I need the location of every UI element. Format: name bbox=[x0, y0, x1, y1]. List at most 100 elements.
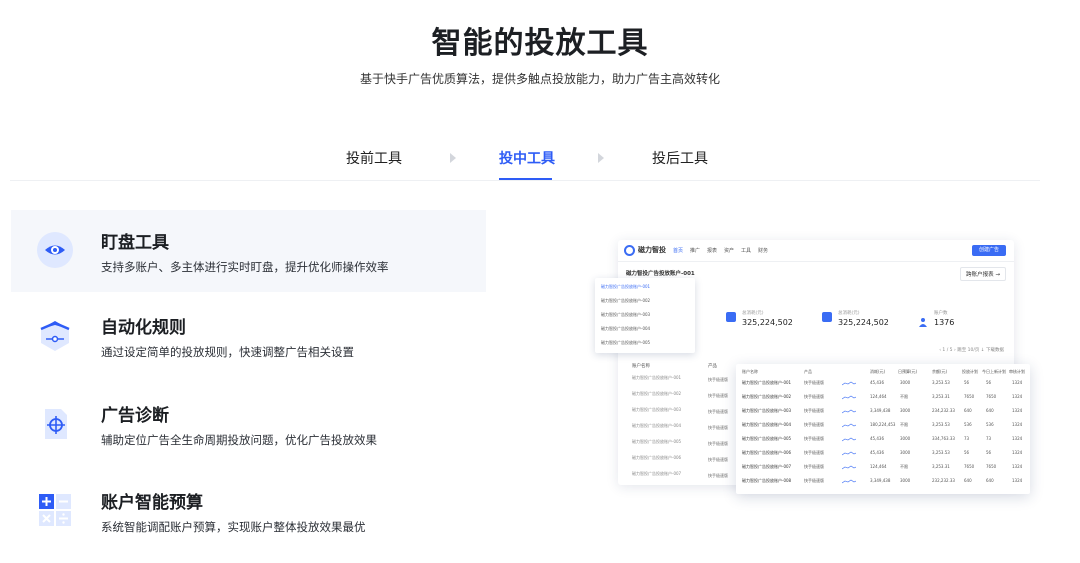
floating-account-table: 账户名称 产品 消耗(元) 日预算(元) 余额(元) 投放计划 今日上新计划 审… bbox=[736, 364, 1030, 494]
feature-title: 账户智能预算 bbox=[101, 493, 203, 513]
table-cell: 7650 bbox=[986, 394, 997, 399]
table-cell: 45,436 bbox=[870, 380, 884, 385]
dropdown-item: 磁力智投广告投放账户-005 bbox=[601, 340, 651, 345]
table-cell: 不限 bbox=[900, 394, 908, 399]
table-cell: 3,253.53 bbox=[932, 380, 950, 385]
table-cell: 1324 bbox=[1012, 464, 1023, 469]
feature-title: 盯盘工具 bbox=[101, 233, 169, 253]
table-cell: 快手极速版 bbox=[708, 473, 728, 478]
table-cell: 180,224,453 bbox=[870, 422, 896, 427]
table-cell: 56 bbox=[964, 450, 970, 455]
table-cell: 73 bbox=[986, 436, 992, 441]
table-cell: 640 bbox=[986, 478, 994, 483]
table-cell: 3000 bbox=[900, 478, 911, 483]
table-cell: 磁力智投广告投放账户-001 bbox=[742, 380, 792, 385]
crosshair-icon bbox=[45, 409, 67, 439]
tab-arrow-icon bbox=[450, 153, 456, 163]
table-cell: 56 bbox=[986, 380, 992, 385]
menu-item: 报表 bbox=[707, 248, 718, 254]
table-cell: 快手极速版 bbox=[804, 394, 824, 399]
table-cell: 磁力智投广告投放账户-003 bbox=[742, 408, 792, 413]
stat-label: 账户数 bbox=[934, 311, 948, 316]
feature-ad-diagnosis[interactable]: 广告诊断 辅助定位广告全生命周期投放问题，优化广告投放效果 bbox=[11, 383, 486, 465]
table-cell: 磁力智投广告投放账户-004 bbox=[632, 423, 682, 428]
feature-desc: 辅助定位广告全生命周期投放问题，优化广告投放效果 bbox=[101, 433, 377, 447]
table-cell: 536 bbox=[964, 422, 972, 427]
table-cell: 3,253.31 bbox=[932, 394, 950, 399]
table-cell: 7650 bbox=[964, 464, 975, 469]
table-cell: 3,253.53 bbox=[932, 450, 950, 455]
menu-item: 推广 bbox=[690, 248, 701, 254]
table-cell: 快手极速版 bbox=[708, 441, 728, 446]
table-header: 产品 bbox=[708, 364, 717, 369]
table-cell: 45,436 bbox=[870, 450, 884, 455]
table-cell: 快手极速版 bbox=[804, 380, 824, 385]
table-cell: 磁力智投广告投放账户-008 bbox=[742, 478, 792, 483]
sparkline-icon bbox=[842, 381, 856, 386]
table-header: 产品 bbox=[804, 369, 812, 374]
tool-tabs: 投前工具 投中工具 投后工具 bbox=[0, 140, 1080, 181]
table-cell: 124,464 bbox=[870, 464, 887, 469]
account-table: 账户名称 产品 磁力智投广告投放账户-001 快手极速版 磁力智投广告投放账户-… bbox=[626, 360, 738, 484]
table-cell: 7650 bbox=[986, 464, 997, 469]
table-cell: 3,253.31 bbox=[932, 464, 950, 469]
table-cell: 3,349,438 bbox=[870, 408, 891, 413]
tab-in-flight-tools[interactable]: 投中工具 bbox=[499, 148, 555, 168]
sparkline-icon bbox=[842, 395, 856, 400]
hero-title: 智能的投放工具 bbox=[431, 26, 649, 61]
table-cell: 磁力智投广告投放账户-001 bbox=[632, 375, 682, 380]
sparkline-icon bbox=[842, 423, 856, 428]
table-cell: 124,464 bbox=[870, 394, 887, 399]
tab-pre-launch-tools[interactable]: 投前工具 bbox=[346, 148, 402, 168]
feature-monitor-tool[interactable]: 盯盘工具 支持多账户、多主体进行实时盯盘，提升优化师操作效率 bbox=[11, 210, 486, 292]
feature-desc: 支持多账户、多主体进行实时盯盘，提升优化师操作效率 bbox=[101, 260, 389, 274]
menu-item: 资产 bbox=[724, 248, 735, 254]
table-header: 今日上新计划 bbox=[982, 369, 1006, 374]
table-cell: 快手极速版 bbox=[804, 436, 824, 441]
table-cell: 快手极速版 bbox=[804, 450, 824, 455]
sparkline-icon bbox=[842, 479, 856, 484]
table-cell: 640 bbox=[964, 408, 972, 413]
stat-value: 325,224,502 bbox=[838, 318, 889, 327]
feature-automation-rules[interactable]: 自动化规则 通过设定简单的投放规则，快速调整广告相关设置 bbox=[11, 295, 486, 377]
brand-logo-icon bbox=[624, 245, 635, 256]
dropdown-item: 磁力智投广告投放账户-002 bbox=[601, 298, 651, 303]
table-header: 消耗(元) bbox=[870, 369, 886, 374]
tab-post-launch-tools[interactable]: 投后工具 bbox=[652, 148, 708, 168]
feature-smart-budget[interactable]: 账户智能预算 系统智能调配账户预算，实现账户整体投放效果最优 bbox=[11, 470, 486, 552]
table-cell: 3,349,438 bbox=[870, 478, 891, 483]
table-cell: 56 bbox=[986, 450, 992, 455]
table-header: 日预算(元) bbox=[898, 369, 918, 374]
sparkline-icon bbox=[842, 451, 856, 456]
table-cell: 232,232.33 bbox=[932, 478, 955, 483]
feature-desc: 系统智能调配账户预算，实现账户整体投放效果最优 bbox=[101, 520, 366, 534]
table-cell: 磁力智投广告投放账户-002 bbox=[632, 391, 682, 396]
table-cell: 快手极速版 bbox=[804, 464, 824, 469]
stat-value: 1376 bbox=[934, 318, 955, 327]
hero-subtitle: 基于快手广告优质算法，提供多触点投放能力，助力广告主高效转化 bbox=[359, 72, 720, 86]
table-cell: 快手极速版 bbox=[804, 478, 824, 483]
table-cell: 磁力智投广告投放账户-002 bbox=[742, 394, 792, 399]
account-dropdown: 磁力智投广告投放账户-001 磁力智投广告投放账户-002 磁力智投广告投放账户… bbox=[595, 278, 695, 353]
table-cell: 磁力智投广告投放账户-006 bbox=[632, 455, 682, 460]
calculator-icon bbox=[39, 494, 71, 526]
dropdown-item: 磁力智投广告投放账户-004 bbox=[601, 326, 651, 331]
table-cell: 3000 bbox=[900, 408, 911, 413]
table-cell: 磁力智投广告投放账户-003 bbox=[632, 407, 682, 412]
user-icon bbox=[918, 312, 928, 327]
create-ad-button: 创建广告 bbox=[972, 245, 1006, 256]
table-cell: 1324 bbox=[1012, 422, 1023, 427]
dashboard-preview: 磁力智投 首页 推广 报表 资产 工具 财务 创建广告 磁力智投广告投放账户-0… bbox=[595, 240, 1030, 502]
table-cell: 1324 bbox=[1012, 408, 1023, 413]
table-cell: 磁力智投广告投放账户-007 bbox=[742, 464, 792, 469]
table-header: 投放计划 bbox=[962, 369, 978, 374]
stat-label: 总消耗(元) bbox=[838, 311, 860, 316]
eye-icon bbox=[37, 232, 73, 268]
stat-label: 总消耗(元) bbox=[742, 311, 764, 316]
sparkline-icon bbox=[842, 437, 856, 442]
table-cell: 磁力智投广告投放账户-007 bbox=[632, 471, 682, 476]
wallet-icon bbox=[726, 312, 736, 322]
table-cell: 45,436 bbox=[870, 436, 884, 441]
table-cell: 快手极速版 bbox=[804, 408, 824, 413]
pagination: ‹ 1 / 5 › 跳至 10/页 ↓ 下载数据 bbox=[939, 348, 1004, 353]
